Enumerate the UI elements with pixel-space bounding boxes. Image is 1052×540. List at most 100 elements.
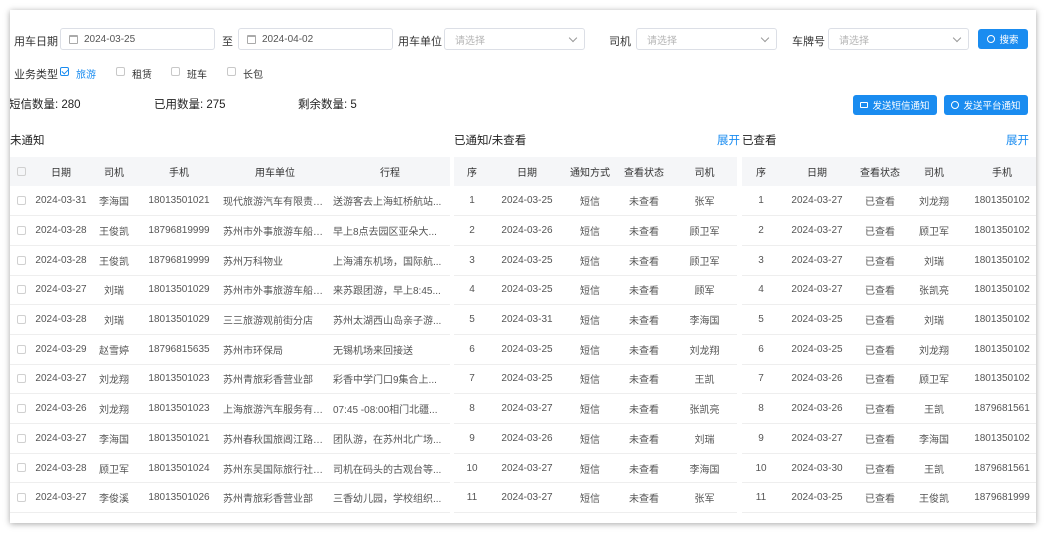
viewed-expand-link[interactable]: 展开 [1006,132,1029,148]
table-row[interactable]: 5 2024-03-25 已查看 刘瑞 1801350102 [742,305,1036,335]
row-checkbox[interactable] [16,463,26,473]
table-row[interactable]: 2 2024-03-26 短信 未查看 顾卫军 [454,216,737,246]
table-row[interactable]: 2 2024-03-27 已查看 顾卫军 1801350102 [742,216,1036,246]
table-row[interactable]: 8 2024-03-27 短信 未查看 张凯亮 [454,394,737,424]
table-header-row: 日期 司机 手机 用车单位 行程 [10,157,450,186]
table-cell: 未查看 [629,197,659,209]
checkbox-shuttle[interactable] [171,67,180,76]
table-row[interactable]: 2024-03-31 李海国 18013501021 现代旅游汽车有限责任... 送游客… [10,186,450,216]
send-platform-button[interactable]: 发送平台通知 [944,95,1028,115]
notified-unviewed-expand-link[interactable]: 展开 [717,132,740,148]
table-cell: 2024-03-30 [791,462,843,474]
table-cell: 顾卫军 [689,256,720,268]
row-checkbox[interactable] [16,255,26,265]
table-cell: 5 [469,314,475,326]
table-row[interactable]: 2024-03-28 王俊凯 18796819999 苏州市外事旅游车船集... 早上8… [10,216,450,246]
table-row[interactable]: 8 2024-03-26 已查看 王凯 1879681561 [742,394,1036,424]
table-cell: 2024-03-26 [35,403,87,415]
table-cell: 未查看 [629,375,659,387]
table-cell: 2024-03-25 [791,343,843,355]
checkbox-rental[interactable] [116,67,125,76]
table-row[interactable]: 1 2024-03-27 已查看 刘龙翔 1801350102 [742,186,1036,216]
row-checkbox[interactable] [16,344,26,354]
checkbox-longterm-label: 长包 [243,70,263,81]
table-cell: 顾卫军 [99,464,129,476]
table-row[interactable]: 7 2024-03-26 已查看 顾卫军 1801350102 [742,364,1036,394]
table-cell: 1801350102 [974,432,1030,444]
table-row[interactable]: 2024-03-27 刘瑞 18013501029 苏州市外事旅游车船集... 来苏跟团… [10,275,450,305]
row-checkbox-cell [10,453,32,483]
notified-unviewed-table: 序 日期 通知方式 查看状态 司机 1 2024-03-25 短信 未查看 张军 2 202… [454,157,737,513]
table-row[interactable]: 10 2024-03-27 短信 未查看 李海国 [454,453,737,483]
table-cell: 赵雪婷 [99,345,129,357]
table-cell: 未查看 [629,405,659,417]
biz-type-label: 业务类型 [14,69,58,81]
table-cell: 苏州春秋国旅阊江路营... [223,434,330,446]
table-row[interactable]: 4 2024-03-25 短信 未查看 顾军 [454,275,737,305]
table-row[interactable]: 3 2024-03-25 短信 未查看 顾卫军 [454,245,737,276]
table-cell: 苏州市环保局 [223,345,283,357]
table-cell: 无锡机场来回接送 [333,345,413,357]
table-row[interactable]: 5 2024-03-31 短信 未查看 李海国 [454,305,737,335]
plate-select[interactable]: 请选择 [828,28,969,50]
table-row[interactable]: 2024-03-27 李俊溪 18013501026 苏州青旅彩香营业部 三香幼儿园，学… [10,483,450,513]
row-checkbox[interactable] [16,433,26,443]
table-row[interactable]: 2024-03-26 刘龙翔 18013501023 上海旅游汽车服务有限... 07:… [10,394,450,424]
row-checkbox[interactable] [16,225,26,235]
table-row[interactable]: 4 2024-03-27 已查看 张凯亮 1801350102 [742,275,1036,305]
not-notified-table: 日期 司机 手机 用车单位 行程 2024-03-31 李海国 1801350102… [10,157,450,513]
table-cell: 已查看 [865,286,895,298]
not-notified-title: 未通知 [10,135,45,147]
table-row[interactable]: 2024-03-27 刘龙翔 18013501023 苏州青旅彩香营业部 彩香中学门口9… [10,364,450,394]
table-row[interactable]: 7 2024-03-25 短信 未查看 王凯 [454,364,737,394]
table-row[interactable]: 2024-03-28 刘瑞 18013501029 三三旅游观前街分店 苏州太湖西山岛亲… [10,305,450,335]
table-cell: 刘龙翔 [689,345,720,357]
table-row[interactable]: 10 2024-03-30 已查看 王凯 1879681561 [742,453,1036,483]
table-cell: 1 [758,195,764,207]
checkbox-shuttle-label: 班车 [187,70,207,81]
col-driver: 司机 [104,168,124,179]
unit-select[interactable]: 请选择 [444,28,585,50]
row-checkbox[interactable] [16,374,26,384]
table-cell: 2024-03-27 [35,284,87,296]
table-cell: 未查看 [629,227,659,239]
table-cell: 2024-03-27 [791,284,843,296]
table-cell: 短信 [580,375,600,387]
col-notify-method: 通知方式 [570,168,610,179]
row-checkbox[interactable] [16,314,26,324]
checkbox-longterm[interactable] [227,67,236,76]
table-cell: 18013501021 [148,432,210,444]
select-all-checkbox[interactable] [16,166,26,176]
send-sms-button[interactable]: 发送短信通知 [853,95,937,115]
table-row[interactable]: 2024-03-28 顾卫军 18013501024 苏州东吴国际旅行社有... 司机在… [10,453,450,483]
table-row[interactable]: 2024-03-28 王俊凯 18796819999 苏州万科物业 上海浦东机场，国际航… [10,245,450,276]
date-to-input[interactable]: 2024-04-02 [238,28,393,50]
table-cell: 1879681999 [974,492,1030,504]
table-row[interactable]: 1 2024-03-25 短信 未查看 张军 [454,186,737,216]
table-row[interactable]: 11 2024-03-25 已查看 王俊凯 1879681999 [742,483,1036,513]
table-cell: 6 [758,343,764,355]
table-row[interactable]: 6 2024-03-25 已查看 刘龙翔 1801350102 [742,334,1036,365]
checkbox-tourism[interactable] [60,67,69,76]
date-from-input[interactable]: 2024-03-25 [60,28,215,50]
row-checkbox[interactable] [16,493,26,503]
table-row[interactable]: 2024-03-29 赵雪婷 18796815635 苏州市环保局 无锡机场来回接送 [10,334,450,365]
table-row[interactable]: 11 2024-03-27 短信 未查看 张军 [454,483,737,513]
col-driver: 司机 [924,168,944,179]
search-button[interactable]: 搜索 [978,29,1028,49]
table-row[interactable]: 3 2024-03-27 已查看 刘瑞 1801350102 [742,245,1036,276]
row-checkbox[interactable] [16,195,26,205]
row-checkbox[interactable] [16,404,26,414]
table-cell: 10 [755,462,767,474]
table-cell: 11 [466,492,478,504]
unit-placeholder: 请选择 [455,35,485,47]
table-row[interactable]: 9 2024-03-26 短信 未查看 刘瑞 [454,424,737,454]
driver-select[interactable]: 请选择 [636,28,777,50]
table-cell: 1801350102 [974,195,1030,207]
row-checkbox[interactable] [16,285,26,295]
table-row[interactable]: 6 2024-03-25 短信 未查看 刘龙翔 [454,334,737,365]
table-row[interactable]: 2024-03-27 李海国 18013501021 苏州春秋国旅阊江路营... 团队游… [10,424,450,454]
table-cell: 1801350102 [974,284,1030,296]
table-cell: 2024-03-25 [501,195,553,207]
table-row[interactable]: 9 2024-03-27 已查看 李海国 1801350102 [742,424,1036,454]
